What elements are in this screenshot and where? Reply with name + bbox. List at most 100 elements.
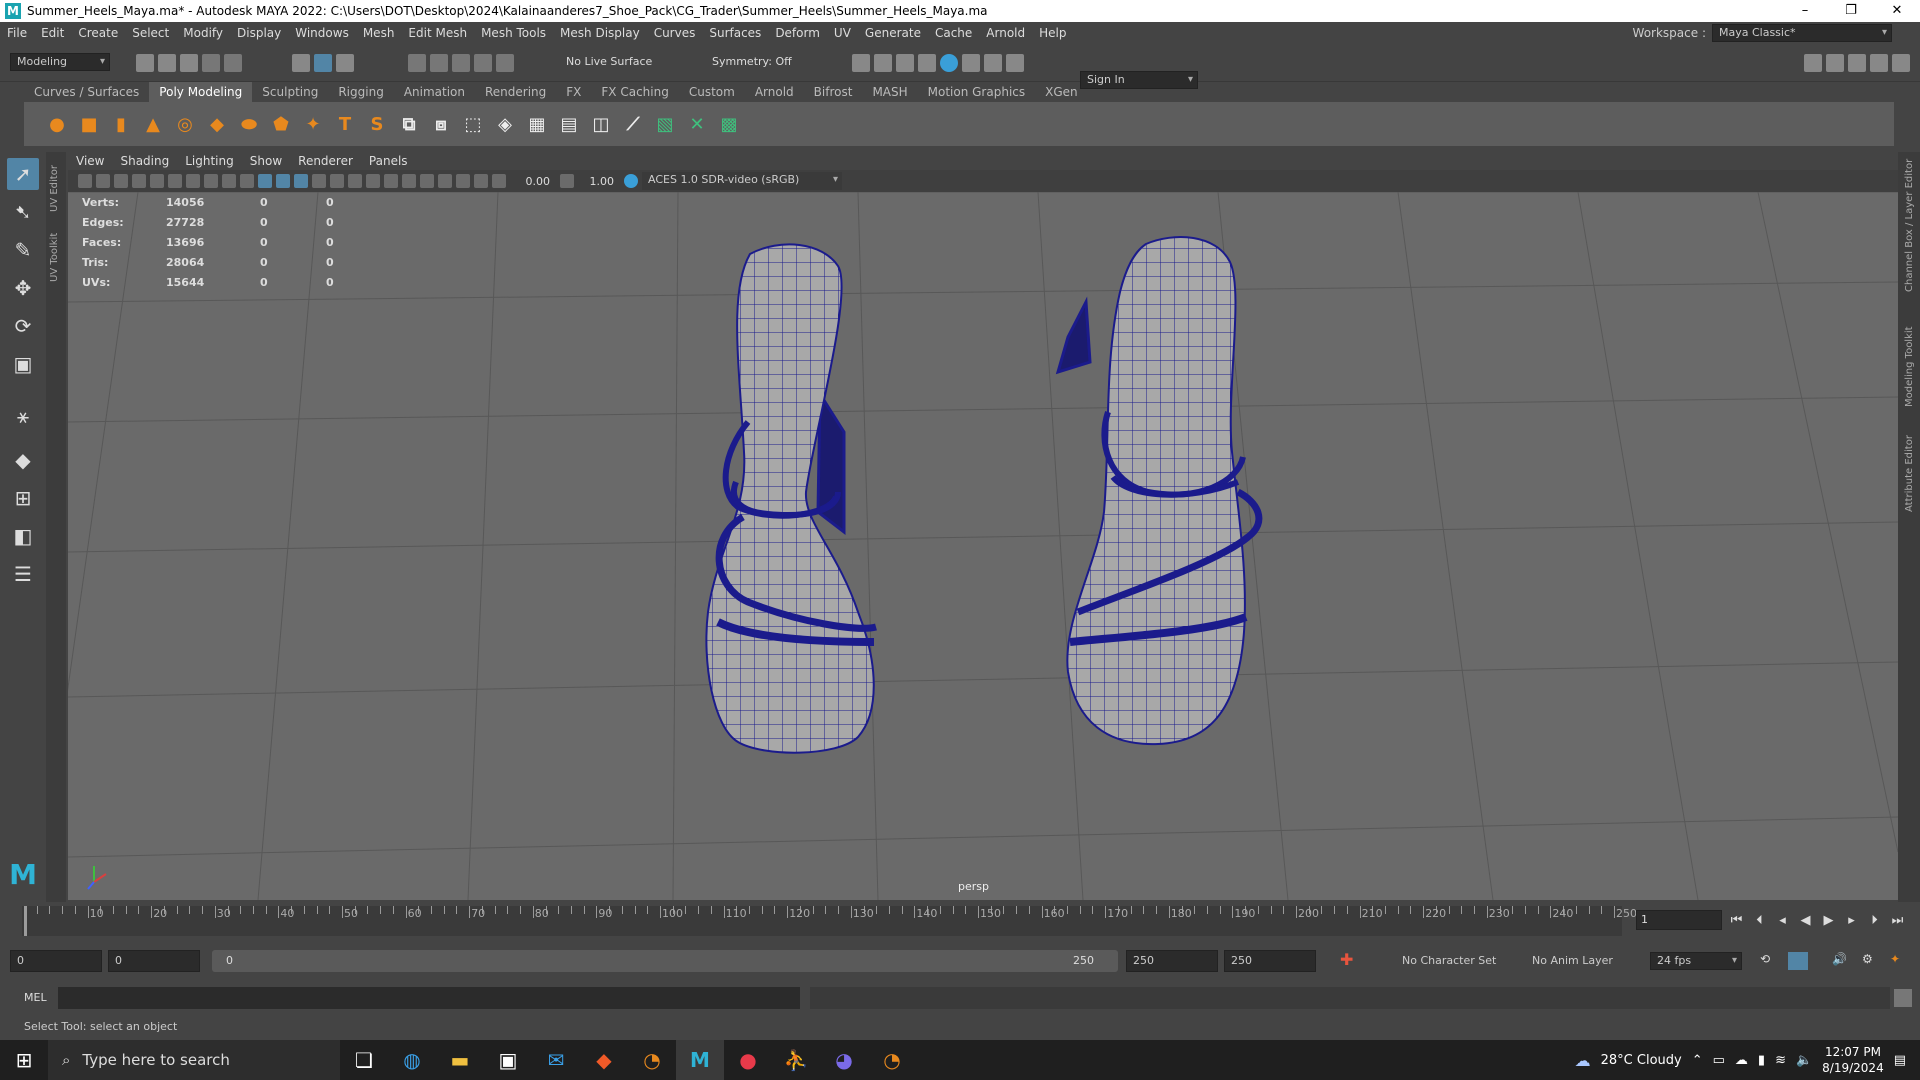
menu-file[interactable]: File — [0, 26, 34, 40]
play-forwards-icon[interactable]: ▶ — [1820, 913, 1837, 928]
motion-blur-icon[interactable] — [384, 174, 398, 188]
hypershade-icon[interactable] — [940, 54, 958, 72]
single-perspective-view-icon[interactable]: ◆ — [7, 444, 39, 476]
shadows-icon[interactable] — [348, 174, 362, 188]
menu-edit[interactable]: Edit — [34, 26, 71, 40]
view-transform-dropdown[interactable]: ACES 1.0 SDR-video (sRGB) — [642, 172, 842, 190]
menu-mesh-tools[interactable]: Mesh Tools — [474, 26, 553, 40]
edge-browser-icon[interactable]: ◍ — [388, 1040, 436, 1080]
shelf-tab-motion-graphics[interactable]: Motion Graphics — [918, 82, 1036, 102]
viewport-persp[interactable] — [68, 192, 1898, 900]
fill-hole-icon[interactable]: ◫ — [588, 111, 614, 137]
menu-edit-mesh[interactable]: Edit Mesh — [401, 26, 474, 40]
safe-title-icon[interactable] — [240, 174, 254, 188]
windows-start-icon[interactable]: ⊞ — [0, 1040, 48, 1080]
film-gate-icon[interactable] — [150, 174, 164, 188]
shelf-tab-mash[interactable]: MASH — [862, 82, 917, 102]
step-forward-key-icon[interactable]: ⏵ — [1866, 913, 1883, 928]
quad-draw-icon[interactable]: ▧ — [652, 111, 678, 137]
resolution-gate-icon[interactable] — [168, 174, 182, 188]
multi-cut-icon[interactable]: ⟋ — [620, 111, 646, 137]
render-frame-icon[interactable] — [874, 54, 892, 72]
app-icon-chat[interactable]: ◕ — [820, 1040, 868, 1080]
select-objects-icon[interactable] — [314, 54, 332, 72]
cylinder-icon[interactable]: ▮ — [108, 111, 134, 137]
shelf-tab-fx[interactable]: FX — [556, 82, 591, 102]
extrude-icon[interactable]: ▤ — [556, 111, 582, 137]
attribute-editor-tab[interactable]: Attribute Editor — [1904, 435, 1915, 512]
uv-editor-tab[interactable]: UV Editor — [49, 165, 60, 212]
menu-modify[interactable]: Modify — [176, 26, 230, 40]
render-view-icon[interactable] — [852, 54, 870, 72]
uv-editor-icon[interactable]: ▩ — [716, 111, 742, 137]
rotate-tool-icon[interactable]: ⟳ — [7, 310, 39, 342]
panel-menu-show[interactable]: Show — [242, 154, 290, 168]
time-ruler[interactable]: 10 20 30 40 50 60 70 80 90 100 110 120 130 140 150 160 1… — [22, 906, 1637, 936]
menu-set-dropdown[interactable]: Modeling — [10, 53, 110, 71]
redo-icon[interactable] — [224, 54, 242, 72]
shelf-tab-arnold[interactable]: Arnold — [745, 82, 804, 102]
shelf-tab-xgen[interactable]: XGen — [1035, 82, 1088, 102]
show-manipulator-icon[interactable]: ⚹ — [7, 400, 39, 432]
shelf-tab-rigging[interactable]: Rigging — [328, 82, 393, 102]
panel-menu-shading[interactable]: Shading — [112, 154, 177, 168]
menu-display[interactable]: Display — [230, 26, 288, 40]
bevel-icon[interactable]: ◈ — [492, 111, 518, 137]
app-icon-person[interactable]: ⛹ — [772, 1040, 820, 1080]
color-management-icon[interactable] — [624, 174, 638, 188]
uv-toolkit-tab[interactable]: UV Toolkit — [49, 233, 60, 282]
platonic-icon[interactable]: ⬟ — [268, 111, 294, 137]
menu-cache[interactable]: Cache — [928, 26, 979, 40]
app-icon-red[interactable]: ● — [724, 1040, 772, 1080]
shelf-tab-curves-surfaces[interactable]: Curves / Surfaces — [24, 82, 149, 102]
wifi-icon[interactable]: ≋ — [1775, 1053, 1786, 1068]
playback-start-field[interactable]: 0 — [108, 950, 200, 972]
snap-view-plane-icon[interactable] — [474, 54, 492, 72]
menu-create[interactable]: Create — [71, 26, 125, 40]
anim-layer-dropdown[interactable]: No Anim Layer — [1532, 954, 1613, 967]
loop-icon[interactable]: ⟲ — [1760, 952, 1770, 966]
menu-uv[interactable]: UV — [827, 26, 858, 40]
shelf-tab-fx-caching[interactable]: FX Caching — [591, 82, 678, 102]
menu-surfaces[interactable]: Surfaces — [702, 26, 768, 40]
extract-icon[interactable]: ⬚ — [460, 111, 486, 137]
clock[interactable]: 12:07 PM 8/19/2024 — [1822, 1044, 1884, 1076]
safe-action-icon[interactable] — [222, 174, 236, 188]
outliner-icon[interactable]: ☰ — [7, 558, 39, 590]
right-sandal-mesh[interactable] — [1055, 236, 1263, 746]
lasso-tool-icon[interactable]: ➷ — [7, 196, 39, 228]
shelf-tab-sculpting[interactable]: Sculpting — [252, 82, 328, 102]
menu-mesh[interactable]: Mesh — [356, 26, 402, 40]
snap-grid-icon[interactable] — [408, 54, 426, 72]
ipr-render-icon[interactable] — [896, 54, 914, 72]
snap-curve-icon[interactable] — [430, 54, 448, 72]
image-plane-icon[interactable] — [114, 174, 128, 188]
battery-icon[interactable]: ▮ — [1758, 1053, 1765, 1068]
fps-dropdown[interactable]: 24 fps — [1650, 952, 1742, 970]
menu-windows[interactable]: Windows — [288, 26, 356, 40]
character-set-dropdown[interactable]: No Character Set — [1402, 954, 1496, 967]
file-explorer-icon[interactable]: ▬ — [436, 1040, 484, 1080]
maya-taskbar-icon[interactable]: M — [676, 1040, 724, 1080]
target-weld-icon[interactable]: ✕ — [684, 111, 710, 137]
channel-box-tab[interactable]: Channel Box / Layer Editor — [1904, 159, 1915, 292]
step-back-frame-icon[interactable]: ◂ — [1774, 913, 1791, 928]
end-time-field[interactable]: 250 — [1224, 950, 1316, 972]
open-scene-icon[interactable] — [158, 54, 176, 72]
torus-icon[interactable]: ◎ — [172, 111, 198, 137]
go-to-start-icon[interactable]: ⏮ — [1728, 913, 1745, 928]
attribute-editor-toggle-icon[interactable] — [1826, 54, 1844, 72]
microsoft-store-icon[interactable]: ▣ — [484, 1040, 532, 1080]
screen-space-ao-icon[interactable] — [366, 174, 380, 188]
script-editor-icon[interactable] — [1894, 989, 1912, 1007]
grid-icon[interactable] — [132, 174, 146, 188]
anti-aliasing-icon[interactable] — [402, 174, 416, 188]
gate-mask-icon[interactable] — [186, 174, 200, 188]
layer-editor-toggle-icon[interactable] — [1892, 54, 1910, 72]
save-scene-icon[interactable] — [180, 54, 198, 72]
meet-icon[interactable]: ▭ — [1713, 1053, 1725, 1068]
start-time-field[interactable]: 0 — [10, 950, 102, 972]
mail-icon[interactable]: ✉ — [532, 1040, 580, 1080]
arnold-ipr-icon[interactable] — [984, 54, 1002, 72]
command-language-label[interactable]: MEL — [24, 991, 47, 1004]
